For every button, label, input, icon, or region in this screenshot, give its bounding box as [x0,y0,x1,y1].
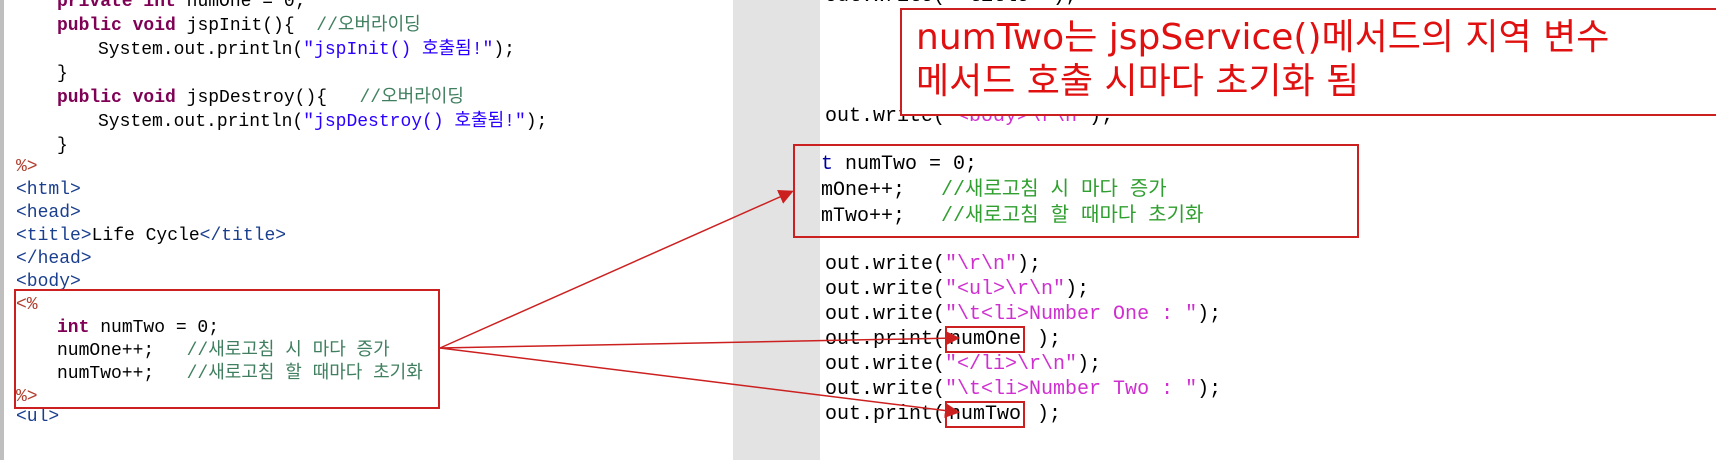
code-line: </head> [16,249,92,269]
code-line: private int numOne = 0; [57,0,306,12]
code-line: } [57,136,68,156]
code-line: public void jspInit(){ //오버라이딩 [57,16,421,36]
numone-highlight: numOne [945,326,1026,353]
code-line: public void jspDestroy(){ //오버라이딩 [57,88,464,108]
explanation-callout: numTwo는 jspService()메서드의 지역 변수 메서드 호출 시마… [900,8,1716,116]
code-comment: //오버라이딩 [359,88,464,108]
code-line: out.write("\r\n"); [825,253,1042,276]
code-line: } [57,64,68,84]
code-line: <title>Life Cycle</title> [16,226,287,246]
code-line: <head> [16,203,81,223]
code-line: out.write("\t<li>Number Two : "); [825,378,1222,401]
left-scriptlet-highlight-box [14,289,440,409]
callout-line-1: numTwo는 jspService()메서드의 지역 변수 [916,17,1610,58]
code-line: out.print(numTwo ); [825,401,1062,428]
code-line: System.out.println("jspInit() 호출됨!"); [98,40,515,60]
callout-line-2: 메서드 호출 시마다 초기화 됨 [916,61,1360,102]
code-line: out.write("<ul>\r\n"); [825,278,1090,301]
code-line: System.out.println("jspDestroy() 호출됨!"); [98,112,548,132]
code-line: %> [16,157,38,177]
left-gutter [0,0,4,460]
code-comment: //오버라이딩 [316,16,421,36]
code-line: out.write("\t<li>Number One : "); [825,303,1222,326]
numtwo-highlight: numTwo [945,401,1026,428]
right-scriptlet-highlight-box [793,144,1359,238]
code-line: out.write("</li>\r\n"); [825,353,1102,376]
code-line: <html> [16,180,81,200]
code-line: out.print(numOne ); [825,326,1062,353]
